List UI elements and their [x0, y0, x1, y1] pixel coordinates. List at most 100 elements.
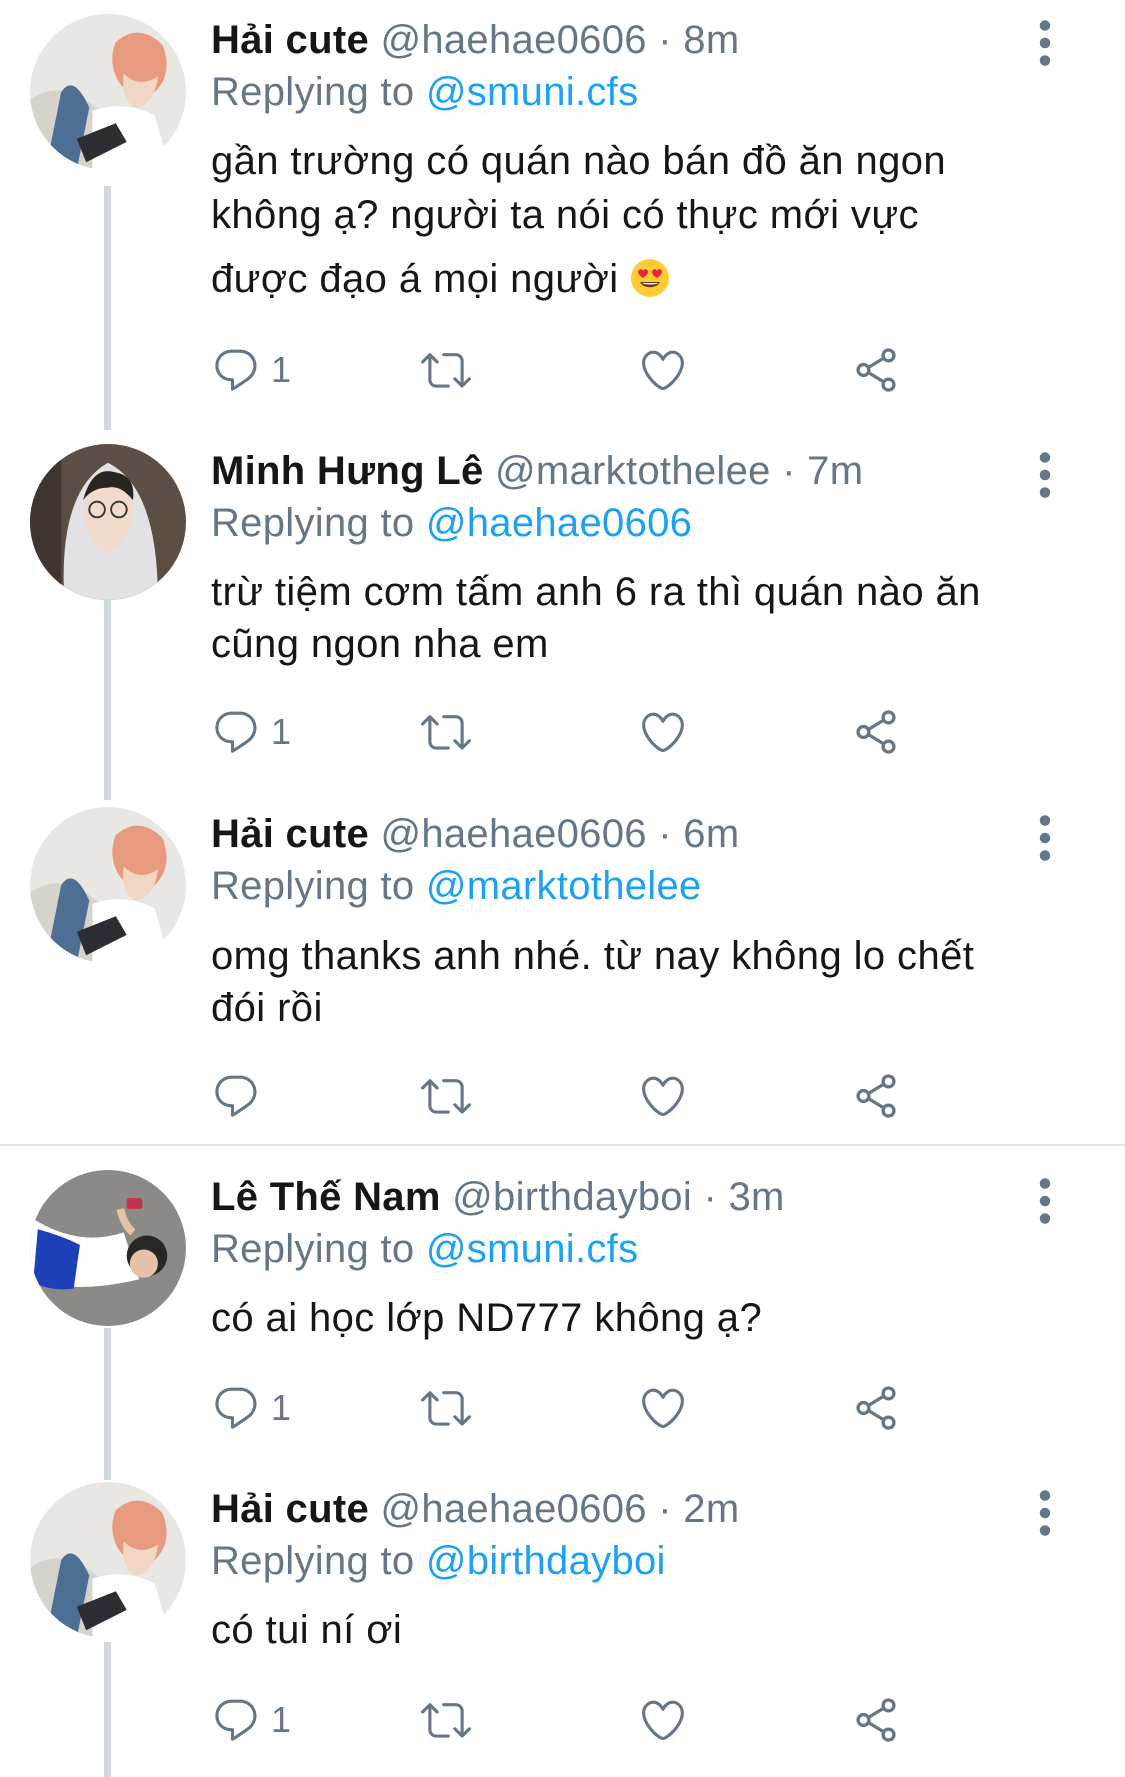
user-handle[interactable]: @birthdayboi [452, 1175, 692, 1219]
retweet-button[interactable] [421, 340, 471, 400]
tweet-actions: 1 [211, 1378, 931, 1438]
share-button[interactable] [851, 702, 901, 762]
separator-dot: · [658, 1487, 672, 1531]
display-name[interactable]: Lê Thế Nam [211, 1175, 441, 1219]
share-button[interactable] [851, 1378, 901, 1438]
tweet-text-line: được đạo á mọi người [211, 252, 1071, 306]
display-name[interactable]: Hải cute [211, 18, 369, 62]
more-button[interactable] [1030, 813, 1060, 863]
like-icon [638, 707, 688, 757]
tweet-text-line: omg thanks anh nhé. từ nay không lo chết [211, 934, 975, 978]
like-button[interactable] [638, 1378, 688, 1438]
tweet-text: có tui ní ơi [211, 1604, 1071, 1656]
mention-link[interactable]: @smuni.cfs [426, 1227, 639, 1271]
share-button[interactable] [851, 1066, 901, 1126]
like-button[interactable] [638, 1066, 688, 1126]
retweet-button[interactable] [421, 1690, 471, 1750]
like-button[interactable] [638, 1690, 688, 1750]
reply-button[interactable] [211, 1066, 271, 1126]
like-icon [638, 345, 688, 395]
retweet-button[interactable] [421, 1066, 471, 1126]
mention-link[interactable]: @birthdayboi [426, 1539, 666, 1583]
replying-to: Replying to @smuni.cfs [211, 68, 638, 116]
heart-eyes-emoji [630, 258, 670, 298]
tweet-text: gần trường có quán nào bán đồ ăn ngon kh… [211, 134, 1071, 306]
user-handle[interactable]: @marktothelee [495, 449, 771, 493]
tweet-header: Hải cute @haehae0606 · 6m [211, 810, 739, 858]
user-handle[interactable]: @haehae0606 [380, 812, 646, 856]
more-button[interactable] [1030, 18, 1060, 68]
reply-count: 1 [271, 1387, 292, 1428]
display-name[interactable]: Minh Hưng Lê [211, 449, 484, 493]
share-icon [851, 1695, 901, 1745]
mention-link[interactable]: @smuni.cfs [426, 70, 639, 114]
replying-to: Replying to @smuni.cfs [211, 1225, 638, 1273]
timestamp[interactable]: 3m [729, 1175, 785, 1219]
replying-to: Replying to @marktothelee [211, 862, 702, 910]
display-name[interactable]: Hải cute [211, 812, 369, 856]
tweet-header: Lê Thế Nam @birthdayboi · 3m [211, 1173, 785, 1221]
more-icon [1030, 450, 1060, 500]
share-button[interactable] [851, 1690, 901, 1750]
like-button[interactable] [638, 340, 688, 400]
avatar[interactable] [30, 444, 186, 600]
more-icon [1030, 1176, 1060, 1226]
tweet-text-line: trừ tiệm cơm tấm anh 6 ra thì quán nào ă… [211, 570, 981, 614]
thread-line [104, 186, 111, 430]
more-button[interactable] [1030, 450, 1060, 500]
avatar[interactable] [30, 1170, 186, 1326]
tweet-divider [0, 1144, 1125, 1146]
reply-button[interactable]: 1 [211, 340, 291, 400]
tweet-header: Minh Hưng Lê @marktothelee · 7m [211, 447, 863, 495]
reply-icon [211, 1383, 261, 1433]
retweet-icon [421, 1071, 471, 1121]
timestamp[interactable]: 6m [683, 812, 739, 856]
tweet-actions [211, 1066, 931, 1126]
tweet-header: Hải cute @haehae0606 · 2m [211, 1485, 739, 1533]
hoodie-avatar [30, 444, 186, 600]
pink-hair-avatar [30, 807, 186, 963]
share-button[interactable] [851, 340, 901, 400]
tweet-text-line: không ạ? người ta nói có thực mới vực [211, 193, 919, 237]
user-handle[interactable]: @haehae0606 [380, 18, 646, 62]
timestamp[interactable]: 2m [683, 1487, 739, 1531]
tweet-header: Hải cute @haehae0606 · 8m [211, 16, 739, 64]
replying-to: Replying to @birthdayboi [211, 1537, 666, 1585]
more-button[interactable] [1030, 1488, 1060, 1538]
reply-thread: Hải cute @haehae0606 · 8m Replying to @s… [0, 0, 1125, 1777]
replying-to-label: Replying to [211, 70, 415, 114]
retweet-button[interactable] [421, 702, 471, 762]
avatar[interactable] [30, 807, 186, 963]
reply-icon [211, 1695, 261, 1745]
thread-line [104, 1642, 111, 1777]
like-button[interactable] [638, 702, 688, 762]
share-icon [851, 345, 901, 395]
more-icon [1030, 813, 1060, 863]
more-button[interactable] [1030, 1176, 1060, 1226]
replying-to-label: Replying to [211, 501, 415, 545]
avatar[interactable] [30, 14, 186, 170]
reply-button[interactable]: 1 [211, 702, 291, 762]
reply-button[interactable]: 1 [211, 1378, 291, 1438]
user-handle[interactable]: @haehae0606 [380, 1487, 646, 1531]
mention-link[interactable]: @haehae0606 [426, 501, 692, 545]
lying-person-avatar [30, 1170, 186, 1326]
retweet-icon [421, 707, 471, 757]
replying-to-label: Replying to [211, 864, 415, 908]
replying-to-label: Replying to [211, 1539, 415, 1583]
mention-link[interactable]: @marktothelee [426, 864, 702, 908]
share-icon [851, 1071, 901, 1121]
like-icon [638, 1695, 688, 1745]
retweet-button[interactable] [421, 1378, 471, 1438]
reply-button[interactable]: 1 [211, 1690, 291, 1750]
reply-count: 1 [271, 349, 292, 390]
timestamp[interactable]: 8m [683, 18, 739, 62]
display-name[interactable]: Hải cute [211, 1487, 369, 1531]
tweet-text-line: cũng ngon nha em [211, 622, 549, 666]
separator-dot: · [658, 812, 672, 856]
avatar[interactable] [30, 1482, 186, 1638]
replying-to-label: Replying to [211, 1227, 415, 1271]
timestamp[interactable]: 7m [807, 449, 863, 493]
separator-dot: · [658, 18, 672, 62]
tweet-text-line: có tui ní ơi [211, 1608, 403, 1652]
